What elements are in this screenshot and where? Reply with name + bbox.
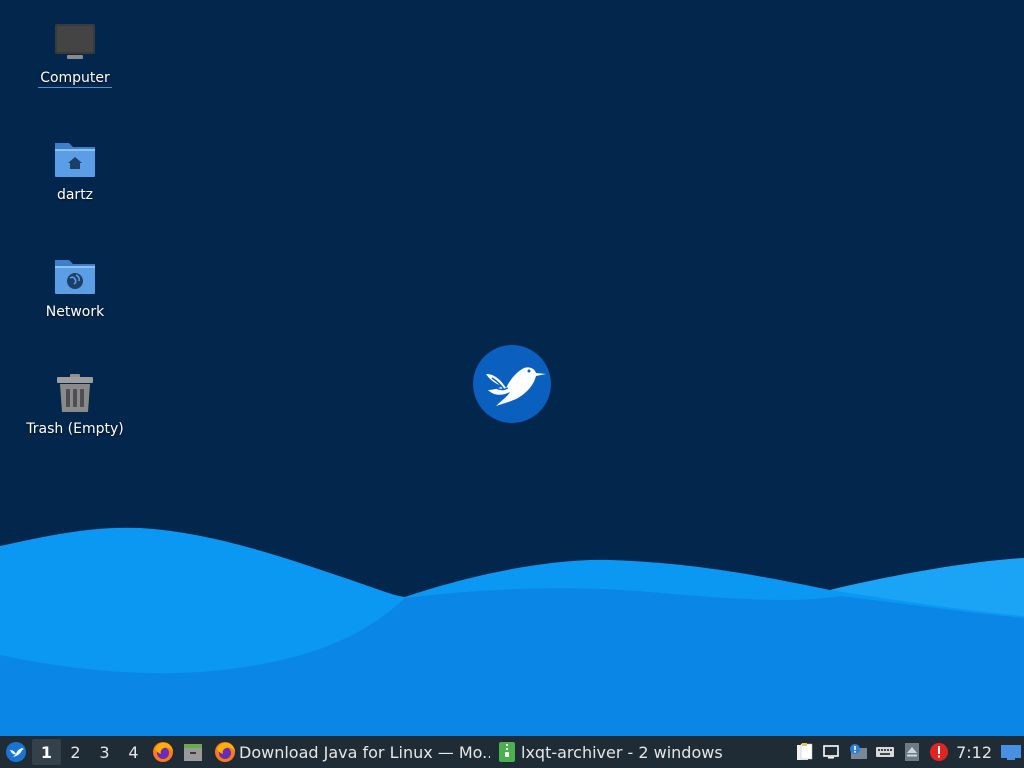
desktop-icon-computer[interactable]: Computer [20,18,130,88]
computer-icon [55,24,95,59]
eject-icon [904,743,919,761]
clock[interactable]: 7:12 [952,736,998,768]
tray-clipboard[interactable] [790,736,817,768]
desktop-switch-3[interactable]: 3 [90,736,119,768]
tray-display[interactable] [817,736,844,768]
task-button-firefox[interactable]: Download Java for Linux — Mo... [208,736,490,768]
clipboard-icon [796,743,812,760]
firefox-icon [215,742,235,762]
tray-alert[interactable] [925,736,952,768]
tray-eject[interactable] [898,736,925,768]
desktop-switch-1[interactable]: 1 [32,739,61,765]
file-manager-icon [184,744,202,761]
desktop[interactable]: Computer dartz Network Trash (Empty) [0,0,1024,736]
desktop-switch-2[interactable]: 2 [61,736,90,768]
desktop-icon-label: Computer [38,70,112,88]
hummingbird-logo-icon [473,345,551,423]
show-desktop-button[interactable] [998,736,1024,768]
display-icon [822,745,839,759]
task-button-archiver[interactable]: lxqt-archiver - 2 windows [490,736,730,768]
desktop-icon-label: dartz [56,187,94,203]
network-folder-icon [55,260,95,294]
tray-update-notifier[interactable] [844,736,871,768]
quicklaunch-firefox[interactable] [148,736,178,768]
desktop-icon-label: Network [45,304,105,320]
quicklaunch-file-manager[interactable] [178,736,208,768]
archiver-icon [499,742,515,762]
taskbar: 1 2 3 4 Download Java for Linux — Mo... [0,736,1024,768]
home-folder-icon [55,143,95,177]
show-desktop-icon [1001,745,1021,760]
task-label: lxqt-archiver - 2 windows [521,742,723,762]
desktop-icon-home-folder[interactable]: dartz [20,135,130,204]
desktop-icon-trash[interactable]: Trash (Empty) [20,369,130,438]
desktop-switch-4[interactable]: 4 [119,736,148,768]
alert-icon [929,743,948,761]
desktop-icon-label: Trash (Empty) [26,421,124,437]
update-notifier-icon [849,744,867,759]
lubuntu-menu-icon [6,742,26,762]
firefox-icon [153,742,173,762]
desktop-icon-network[interactable]: Network [20,252,130,321]
tray-keyboard[interactable] [871,736,898,768]
trash-icon [57,374,93,412]
main-menu-button[interactable] [0,736,32,768]
keyboard-icon [875,747,894,757]
task-label: Download Java for Linux — Mo... [239,742,490,762]
